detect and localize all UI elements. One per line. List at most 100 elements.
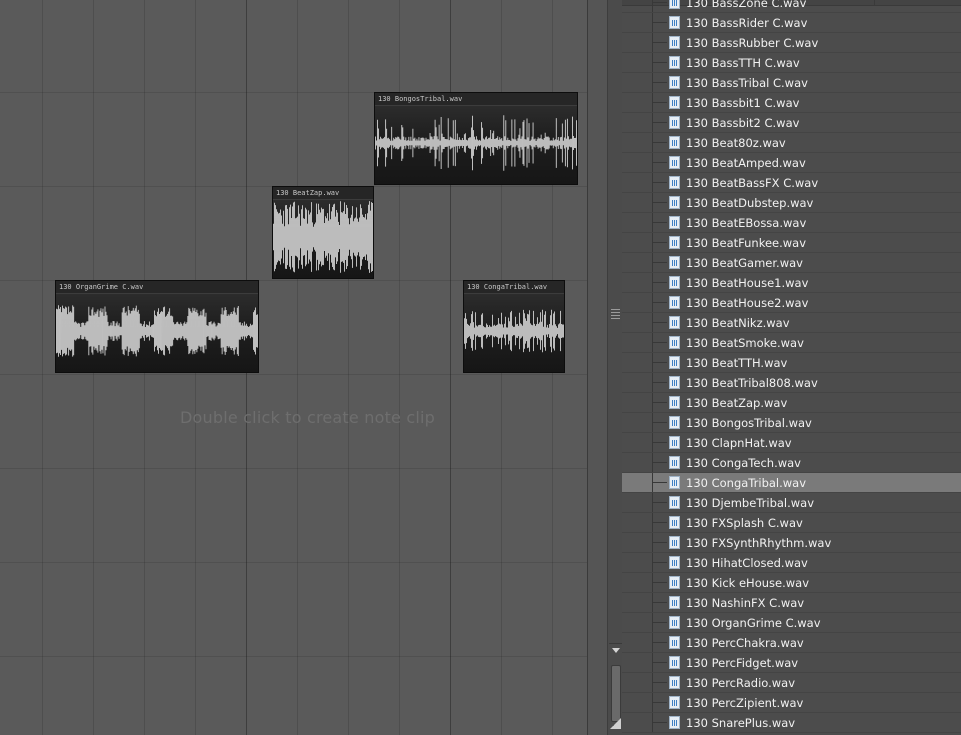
audio-file-icon	[669, 636, 680, 649]
file-list-item[interactable]: 130 ClapnHat.wav	[622, 433, 961, 453]
file-list-item[interactable]: 130 BeatEBossa.wav	[622, 213, 961, 233]
audio-file-icon	[669, 616, 680, 629]
file-list-item[interactable]: 130 BeatSmoke.wav	[622, 333, 961, 353]
tree-line	[653, 522, 667, 523]
file-list-item[interactable]: 130 BeatHouse2.wav	[622, 293, 961, 313]
tree-line	[653, 142, 667, 143]
audio-file-icon	[669, 496, 680, 509]
tree-line	[653, 422, 667, 423]
lane-divider	[0, 656, 587, 657]
file-list-item[interactable]: 130 BeatTribal808.wav	[622, 373, 961, 393]
audio-file-icon	[669, 716, 680, 729]
file-list-item[interactable]: 130 BassTTH C.wav	[622, 53, 961, 73]
file-name: 130 ClapnHat.wav	[686, 436, 792, 450]
file-list-item[interactable]: 130 BeatGamer.wav	[622, 253, 961, 273]
file-list-item[interactable]: 130 CongaTech.wav	[622, 453, 961, 473]
audio-file-icon	[669, 536, 680, 549]
file-list-item[interactable]: 130 CongaTribal.wav	[622, 473, 961, 493]
file-name: 130 OrganGrime C.wav	[686, 616, 821, 630]
tree-line	[653, 382, 667, 383]
file-list-item[interactable]: 130 BassRubber C.wav	[622, 33, 961, 53]
audio-file-icon	[669, 96, 680, 109]
panel-splitter[interactable]	[587, 0, 608, 735]
file-name: 130 SnarePlus.wav	[686, 716, 796, 730]
tree-line	[653, 42, 667, 43]
scroll-thumb[interactable]	[611, 665, 621, 722]
file-name: 130 BassTribal C.wav	[686, 76, 808, 90]
file-list-item[interactable]: 130 DjembeTribal.wav	[622, 493, 961, 513]
lane-divider	[0, 562, 587, 563]
file-name: 130 BassRider C.wav	[686, 16, 808, 30]
audio-file-icon	[669, 436, 680, 449]
file-list-item[interactable]: 130 BeatZap.wav	[622, 393, 961, 413]
audio-file-icon	[669, 676, 680, 689]
audio-file-icon	[669, 516, 680, 529]
file-name: 130 BeatTTH.wav	[686, 356, 788, 370]
resize-corner-icon[interactable]	[610, 718, 621, 729]
file-list-item[interactable]: 130 BeatDubstep.wav	[622, 193, 961, 213]
audio-clip[interactable]: 130 OrganGrime C.wav	[55, 280, 259, 373]
file-name: 130 PercChakra.wav	[686, 636, 804, 650]
file-list-item[interactable]: 130 BassZone C.wav	[622, 0, 961, 13]
splitter-grip-icon[interactable]	[611, 309, 620, 319]
audio-file-icon	[669, 116, 680, 129]
clip-waveform	[56, 294, 258, 372]
file-name: 130 BassRubber C.wav	[686, 36, 819, 50]
audio-clip[interactable]: 130 BeatZap.wav	[272, 186, 374, 279]
tree-line	[653, 82, 667, 83]
tree-line	[653, 642, 667, 643]
file-list-item[interactable]: 130 Kick eHouse.wav	[622, 573, 961, 593]
file-list-item[interactable]: 130 BeatBassFX C.wav	[622, 173, 961, 193]
file-list-item[interactable]: 130 NashinFX C.wav	[622, 593, 961, 613]
clip-title: 130 BeatZap.wav	[273, 187, 373, 200]
file-list-item[interactable]: 130 PercRadio.wav	[622, 673, 961, 693]
vertical-scrollbar[interactable]	[607, 0, 623, 735]
audio-file-icon	[669, 0, 680, 9]
file-name: 130 BeatNikz.wav	[686, 316, 790, 330]
file-name: 130 BassTTH C.wav	[686, 56, 800, 70]
audio-file-icon	[669, 596, 680, 609]
file-list-item[interactable]: 130 PercChakra.wav	[622, 633, 961, 653]
file-list-item[interactable]: 130 SnarePlus.wav	[622, 713, 961, 733]
file-list-item[interactable]: 130 PercZipient.wav	[622, 693, 961, 713]
file-list-item[interactable]: 130 Bassbit2 C.wav	[622, 113, 961, 133]
file-list-item[interactable]: 130 BeatFunkee.wav	[622, 233, 961, 253]
audio-file-icon	[669, 236, 680, 249]
clip-title: 130 BongosTribal.wav	[375, 93, 577, 106]
audio-clip[interactable]: 130 CongaTribal.wav	[463, 280, 565, 373]
file-list-item[interactable]: 130 PercFidget.wav	[622, 653, 961, 673]
tree-line	[653, 462, 667, 463]
file-list-item[interactable]: 130 BeatAmped.wav	[622, 153, 961, 173]
file-name: 130 BeatSmoke.wav	[686, 336, 804, 350]
arrangement-area[interactable]: Double click to create note clip 130 Bon…	[0, 0, 587, 735]
scroll-down-icon[interactable]	[609, 643, 622, 657]
audio-file-icon	[669, 36, 680, 49]
file-list-item[interactable]: 130 BeatHouse1.wav	[622, 273, 961, 293]
file-list-item[interactable]: 130 FXSplash C.wav	[622, 513, 961, 533]
tree-line	[653, 262, 667, 263]
file-name: 130 CongaTech.wav	[686, 456, 801, 470]
file-name: 130 BeatGamer.wav	[686, 256, 803, 270]
file-list-item[interactable]: 130 FXSynthRhythm.wav	[622, 533, 961, 553]
file-list-item[interactable]: 130 OrganGrime C.wav	[622, 613, 961, 633]
file-name: 130 BeatAmped.wav	[686, 156, 806, 170]
tree-line	[653, 482, 667, 483]
file-list-item[interactable]: 130 BassRider C.wav	[622, 13, 961, 33]
file-list-item[interactable]: 130 HihatClosed.wav	[622, 553, 961, 573]
audio-file-icon	[669, 16, 680, 29]
tree-line	[653, 22, 667, 23]
empty-hint: Double click to create note clip	[180, 408, 436, 427]
file-name: 130 BassZone C.wav	[686, 0, 807, 10]
file-browser: 130 BassZone C.wav 130 BassRider C.wav 130…	[622, 0, 961, 735]
audio-clip[interactable]: 130 BongosTribal.wav	[374, 92, 578, 185]
file-list-item[interactable]: 130 BongosTribal.wav	[622, 413, 961, 433]
tree-line	[653, 282, 667, 283]
file-list-item[interactable]: 130 Beat80z.wav	[622, 133, 961, 153]
audio-file-icon	[669, 216, 680, 229]
file-list-item[interactable]: 130 BassTribal C.wav	[622, 73, 961, 93]
file-list-item[interactable]: 130 BeatTTH.wav	[622, 353, 961, 373]
audio-file-icon	[669, 76, 680, 89]
audio-file-icon	[669, 156, 680, 169]
file-list-item[interactable]: 130 Bassbit1 C.wav	[622, 93, 961, 113]
file-list-item[interactable]: 130 BeatNikz.wav	[622, 313, 961, 333]
